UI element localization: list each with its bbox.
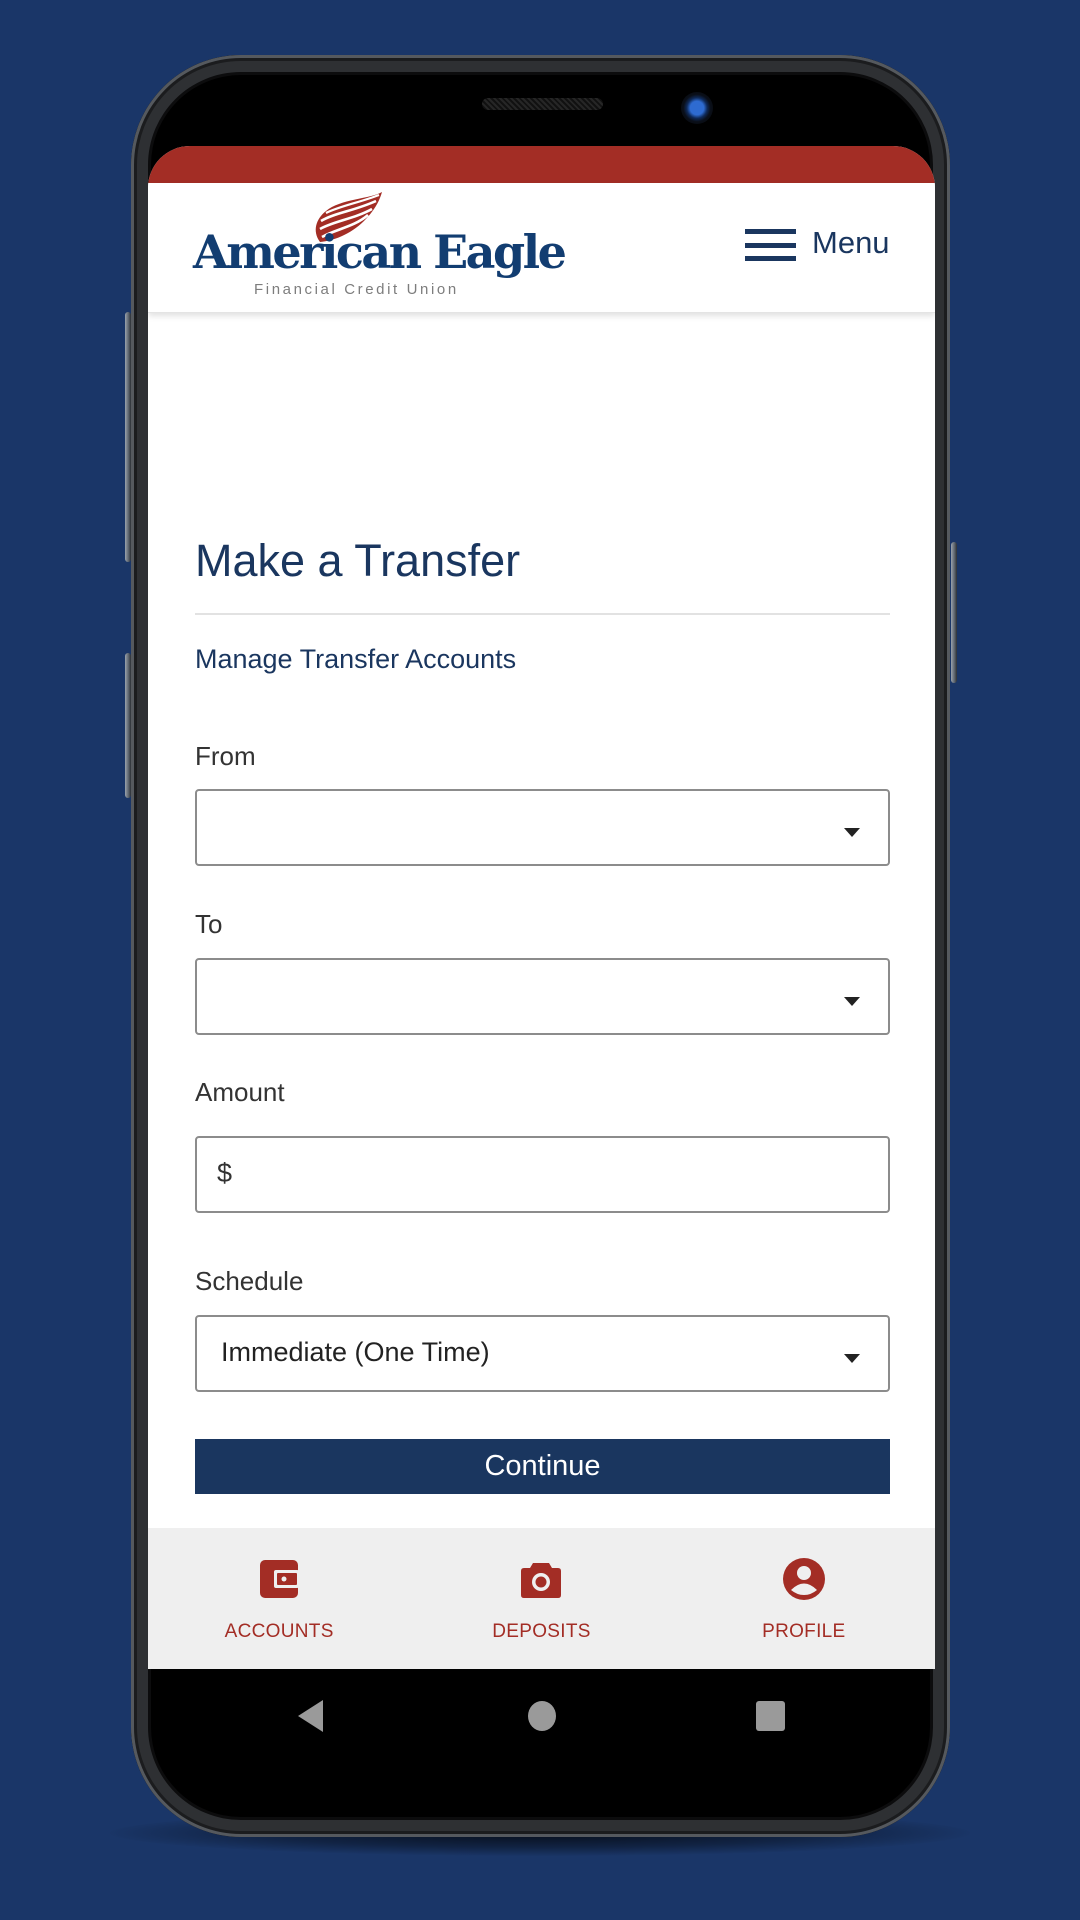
wallet-icon	[260, 1560, 300, 1598]
logo-name: American Eagle	[193, 225, 567, 279]
title-divider	[195, 613, 890, 615]
caret-down-icon	[844, 997, 860, 1006]
power-button	[951, 542, 957, 683]
account-circle-icon	[782, 1558, 825, 1600]
to-label: To	[195, 909, 223, 939]
nav-deposits[interactable]: DEPOSITS	[410, 1528, 672, 1669]
manage-transfer-accounts-link[interactable]: Manage Transfer Accounts	[195, 644, 516, 675]
logo-subtitle: Financial Credit Union	[254, 281, 459, 298]
amount-label: Amount	[195, 1077, 285, 1107]
schedule-label: Schedule	[195, 1266, 304, 1296]
front-camera	[681, 92, 713, 124]
to-select[interactable]	[195, 958, 890, 1035]
nav-profile[interactable]: PROFILE	[673, 1528, 935, 1669]
app-header: American Eagle Financial Credit Union Me…	[148, 183, 935, 313]
caret-down-icon	[844, 828, 860, 837]
camera-icon	[521, 1563, 562, 1598]
nav-profile-label: PROFILE	[762, 1621, 846, 1642]
page-title: Make a Transfer	[195, 535, 521, 586]
nav-deposits-label: DEPOSITS	[492, 1621, 591, 1642]
bottom-nav: ACCOUNTS DEPOSITS PROFILE	[148, 1528, 935, 1669]
nav-accounts[interactable]: ACCOUNTS	[148, 1528, 410, 1669]
schedule-select[interactable]: Immediate (One Time)	[195, 1315, 890, 1392]
schedule-value: Immediate (One Time)	[221, 1337, 490, 1367]
menu-button[interactable]: Menu	[745, 215, 895, 269]
home-icon[interactable]	[527, 1698, 557, 1734]
nav-accounts-label: ACCOUNTS	[224, 1621, 334, 1642]
earpiece-speaker	[482, 98, 603, 110]
logo[interactable]: American Eagle Financial Credit Union	[193, 191, 567, 301]
recents-icon[interactable]	[755, 1698, 785, 1734]
amount-input[interactable]: $	[195, 1136, 890, 1213]
menu-label: Menu	[812, 225, 890, 260]
continue-button[interactable]: Continue	[195, 1439, 890, 1494]
caret-down-icon	[844, 1354, 860, 1363]
status-bar	[148, 146, 935, 183]
from-label: From	[195, 741, 256, 771]
back-icon[interactable]	[295, 1698, 325, 1734]
hamburger-icon	[745, 229, 796, 261]
currency-prefix: $	[217, 1158, 233, 1188]
from-select[interactable]	[195, 789, 890, 866]
app-screen: American Eagle Financial Credit Union Me…	[148, 146, 935, 1669]
